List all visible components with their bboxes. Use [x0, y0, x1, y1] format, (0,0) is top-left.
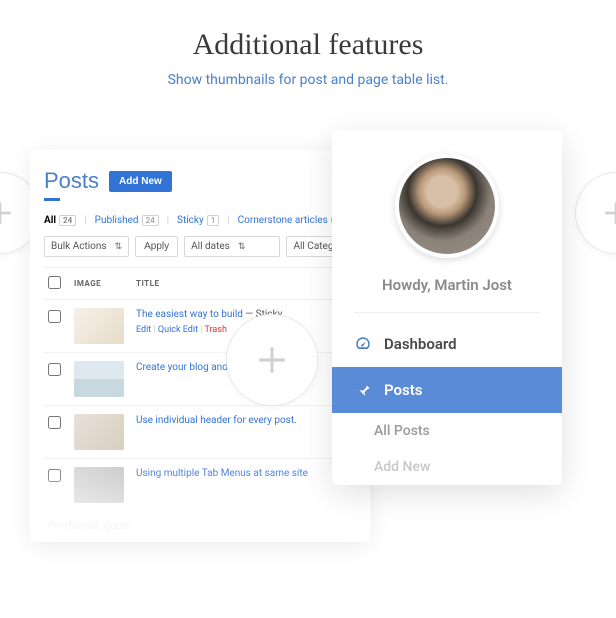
sidebar-panel: Howdy, Martin Jost Dashboard Posts All P…	[332, 130, 562, 485]
postformat-label: Postformat: Quote	[44, 511, 356, 542]
posts-panel: Posts Add New All24 | Published24 | Stic…	[30, 150, 370, 542]
filter-all[interactable]: All24	[44, 215, 76, 226]
table-row: Using multiple Tab Menus at same site	[44, 459, 356, 511]
row-checkbox[interactable]	[48, 363, 61, 376]
filter-published[interactable]: Published24	[95, 215, 159, 226]
plus-decoration-center	[226, 314, 318, 406]
plus-icon	[0, 197, 16, 229]
row-checkbox[interactable]	[48, 310, 61, 323]
dates-select[interactable]: All dates	[184, 236, 280, 257]
post-thumbnail	[74, 467, 124, 503]
post-title-link[interactable]: The easiest way to build	[136, 309, 243, 320]
col-title: TITLE	[136, 279, 352, 288]
post-thumbnail	[74, 361, 124, 397]
col-image: IMAGE	[74, 279, 124, 288]
quick-edit-link[interactable]: Quick Edit	[158, 325, 198, 335]
post-thumbnail	[74, 308, 124, 344]
pin-icon	[354, 381, 372, 399]
row-checkbox[interactable]	[48, 469, 61, 482]
sidebar-item-dashboard[interactable]: Dashboard	[332, 321, 562, 367]
dashboard-label: Dashboard	[384, 335, 457, 353]
add-new-button[interactable]: Add New	[109, 171, 172, 192]
avatar	[395, 154, 499, 258]
bulk-actions-select[interactable]: Bulk Actions	[44, 236, 129, 257]
divider	[354, 312, 540, 313]
select-all-checkbox[interactable]	[48, 276, 61, 289]
dashboard-icon	[354, 335, 372, 353]
post-thumbnail	[74, 414, 124, 450]
posts-label: Posts	[384, 381, 422, 399]
apply-button[interactable]: Apply	[135, 236, 178, 257]
page-subtitle: Show thumbnails for post and page table …	[0, 72, 616, 88]
edit-link[interactable]: Edit	[136, 325, 151, 335]
page-title: Additional features	[0, 28, 616, 62]
table-header: IMAGE TITLE	[44, 267, 356, 300]
sidebar-item-posts[interactable]: Posts	[332, 367, 562, 413]
plus-icon	[600, 197, 616, 229]
row-checkbox[interactable]	[48, 416, 61, 429]
title-underline	[44, 198, 60, 201]
filter-cornerstone[interactable]: Cornerstone articles (0)	[238, 215, 344, 226]
table-row: Use individual header for every post.	[44, 406, 356, 459]
filter-row: All24 | Published24 | Sticky1 | Cornerst…	[44, 215, 356, 226]
plus-decoration-right	[575, 172, 616, 254]
trash-link[interactable]: Trash	[205, 325, 227, 335]
sidebar-sub-add-new[interactable]: Add New	[332, 449, 562, 485]
greeting-text: Howdy, Martin Jost	[332, 276, 562, 312]
post-title-link[interactable]: Using multiple Tab Menus at same site	[136, 468, 308, 479]
header-section: Additional features Show thumbnails for …	[0, 0, 616, 88]
plus-icon	[253, 341, 291, 379]
post-title-link[interactable]: Use individual header for every post.	[136, 415, 297, 426]
sidebar-sub-all-posts[interactable]: All Posts	[332, 413, 562, 449]
filter-sticky[interactable]: Sticky1	[177, 215, 219, 226]
posts-heading: Posts	[44, 168, 99, 194]
